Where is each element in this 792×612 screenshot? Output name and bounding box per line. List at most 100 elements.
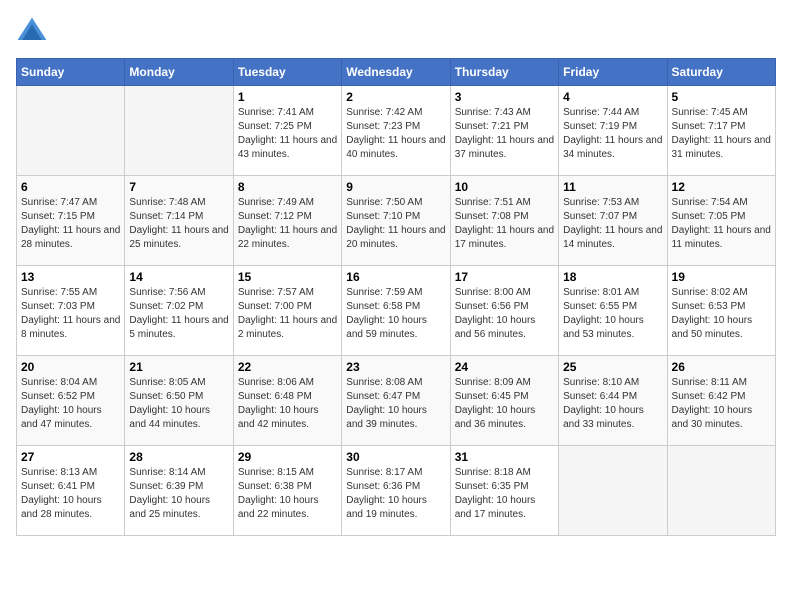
sunset-text: Sunset: 6:45 PM: [455, 391, 529, 402]
calendar-cell: 30 Sunrise: 8:17 AM Sunset: 6:36 PM Dayl…: [342, 446, 450, 536]
day-number: 2: [346, 90, 445, 104]
day-number: 23: [346, 360, 445, 374]
daylight-text: Daylight: 10 hours and 36 minutes.: [455, 405, 536, 430]
sunset-text: Sunset: 7:05 PM: [672, 211, 746, 222]
sunset-text: Sunset: 7:02 PM: [129, 301, 203, 312]
daylight-text: Daylight: 10 hours and 19 minutes.: [346, 495, 427, 520]
weekday-header: Sunday: [17, 59, 125, 86]
sunset-text: Sunset: 7:07 PM: [563, 211, 637, 222]
daylight-text: Daylight: 11 hours and 17 minutes.: [455, 225, 554, 250]
day-info: Sunrise: 7:59 AM Sunset: 6:58 PM Dayligh…: [346, 286, 445, 342]
day-info: Sunrise: 7:43 AM Sunset: 7:21 PM Dayligh…: [455, 106, 554, 162]
day-info: Sunrise: 7:55 AM Sunset: 7:03 PM Dayligh…: [21, 286, 120, 342]
daylight-text: Daylight: 11 hours and 40 minutes.: [346, 135, 445, 160]
daylight-text: Daylight: 10 hours and 28 minutes.: [21, 495, 102, 520]
daylight-text: Daylight: 11 hours and 43 minutes.: [238, 135, 337, 160]
calendar-cell: 7 Sunrise: 7:48 AM Sunset: 7:14 PM Dayli…: [125, 176, 233, 266]
sunset-text: Sunset: 7:08 PM: [455, 211, 529, 222]
day-number: 24: [455, 360, 554, 374]
sunrise-text: Sunrise: 7:43 AM: [455, 107, 531, 118]
calendar-cell: 17 Sunrise: 8:00 AM Sunset: 6:56 PM Dayl…: [450, 266, 558, 356]
calendar-cell: 9 Sunrise: 7:50 AM Sunset: 7:10 PM Dayli…: [342, 176, 450, 266]
day-number: 20: [21, 360, 120, 374]
calendar-week-row: 6 Sunrise: 7:47 AM Sunset: 7:15 PM Dayli…: [17, 176, 776, 266]
sunrise-text: Sunrise: 8:00 AM: [455, 287, 531, 298]
sunset-text: Sunset: 7:12 PM: [238, 211, 312, 222]
day-number: 12: [672, 180, 771, 194]
day-info: Sunrise: 7:51 AM Sunset: 7:08 PM Dayligh…: [455, 196, 554, 252]
day-info: Sunrise: 8:02 AM Sunset: 6:53 PM Dayligh…: [672, 286, 771, 342]
day-info: Sunrise: 7:57 AM Sunset: 7:00 PM Dayligh…: [238, 286, 337, 342]
sunrise-text: Sunrise: 7:42 AM: [346, 107, 422, 118]
sunrise-text: Sunrise: 7:48 AM: [129, 197, 205, 208]
sunrise-text: Sunrise: 8:11 AM: [672, 377, 747, 388]
sunset-text: Sunset: 6:41 PM: [21, 481, 95, 492]
daylight-text: Daylight: 10 hours and 47 minutes.: [21, 405, 102, 430]
day-number: 21: [129, 360, 228, 374]
daylight-text: Daylight: 11 hours and 2 minutes.: [238, 315, 337, 340]
sunset-text: Sunset: 6:36 PM: [346, 481, 420, 492]
calendar-cell: 8 Sunrise: 7:49 AM Sunset: 7:12 PM Dayli…: [233, 176, 341, 266]
page-header: [16, 16, 776, 48]
day-info: Sunrise: 8:04 AM Sunset: 6:52 PM Dayligh…: [21, 376, 120, 432]
calendar-week-row: 27 Sunrise: 8:13 AM Sunset: 6:41 PM Dayl…: [17, 446, 776, 536]
day-number: 30: [346, 450, 445, 464]
weekday-header: Monday: [125, 59, 233, 86]
sunset-text: Sunset: 7:19 PM: [563, 121, 637, 132]
daylight-text: Daylight: 10 hours and 59 minutes.: [346, 315, 427, 340]
calendar-week-row: 13 Sunrise: 7:55 AM Sunset: 7:03 PM Dayl…: [17, 266, 776, 356]
daylight-text: Daylight: 10 hours and 22 minutes.: [238, 495, 319, 520]
sunset-text: Sunset: 6:50 PM: [129, 391, 203, 402]
calendar-cell: 25 Sunrise: 8:10 AM Sunset: 6:44 PM Dayl…: [559, 356, 667, 446]
day-number: 22: [238, 360, 337, 374]
daylight-text: Daylight: 11 hours and 14 minutes.: [563, 225, 662, 250]
daylight-text: Daylight: 10 hours and 42 minutes.: [238, 405, 319, 430]
daylight-text: Daylight: 11 hours and 31 minutes.: [672, 135, 771, 160]
sunset-text: Sunset: 6:56 PM: [455, 301, 529, 312]
calendar-cell: [125, 86, 233, 176]
day-info: Sunrise: 8:01 AM Sunset: 6:55 PM Dayligh…: [563, 286, 662, 342]
calendar-cell: 21 Sunrise: 8:05 AM Sunset: 6:50 PM Dayl…: [125, 356, 233, 446]
day-info: Sunrise: 7:56 AM Sunset: 7:02 PM Dayligh…: [129, 286, 228, 342]
weekday-header: Wednesday: [342, 59, 450, 86]
day-number: 26: [672, 360, 771, 374]
day-number: 31: [455, 450, 554, 464]
day-info: Sunrise: 7:42 AM Sunset: 7:23 PM Dayligh…: [346, 106, 445, 162]
day-number: 17: [455, 270, 554, 284]
sunrise-text: Sunrise: 8:08 AM: [346, 377, 422, 388]
day-info: Sunrise: 8:14 AM Sunset: 6:39 PM Dayligh…: [129, 466, 228, 522]
day-number: 25: [563, 360, 662, 374]
sunrise-text: Sunrise: 7:41 AM: [238, 107, 314, 118]
day-number: 15: [238, 270, 337, 284]
calendar-cell: 14 Sunrise: 7:56 AM Sunset: 7:02 PM Dayl…: [125, 266, 233, 356]
day-info: Sunrise: 7:53 AM Sunset: 7:07 PM Dayligh…: [563, 196, 662, 252]
sunset-text: Sunset: 6:52 PM: [21, 391, 95, 402]
daylight-text: Daylight: 11 hours and 37 minutes.: [455, 135, 554, 160]
calendar-cell: 4 Sunrise: 7:44 AM Sunset: 7:19 PM Dayli…: [559, 86, 667, 176]
sunrise-text: Sunrise: 8:10 AM: [563, 377, 639, 388]
daylight-text: Daylight: 11 hours and 5 minutes.: [129, 315, 228, 340]
day-number: 27: [21, 450, 120, 464]
sunrise-text: Sunrise: 7:53 AM: [563, 197, 639, 208]
sunset-text: Sunset: 6:47 PM: [346, 391, 420, 402]
day-number: 6: [21, 180, 120, 194]
weekday-header: Saturday: [667, 59, 775, 86]
sunrise-text: Sunrise: 8:09 AM: [455, 377, 531, 388]
day-info: Sunrise: 8:05 AM Sunset: 6:50 PM Dayligh…: [129, 376, 228, 432]
day-number: 4: [563, 90, 662, 104]
day-number: 19: [672, 270, 771, 284]
sunset-text: Sunset: 7:17 PM: [672, 121, 746, 132]
calendar-cell: 6 Sunrise: 7:47 AM Sunset: 7:15 PM Dayli…: [17, 176, 125, 266]
sunset-text: Sunset: 7:14 PM: [129, 211, 203, 222]
day-number: 1: [238, 90, 337, 104]
sunset-text: Sunset: 7:10 PM: [346, 211, 420, 222]
sunset-text: Sunset: 7:15 PM: [21, 211, 95, 222]
calendar-cell: 13 Sunrise: 7:55 AM Sunset: 7:03 PM Dayl…: [17, 266, 125, 356]
daylight-text: Daylight: 10 hours and 53 minutes.: [563, 315, 644, 340]
sunset-text: Sunset: 6:44 PM: [563, 391, 637, 402]
daylight-text: Daylight: 11 hours and 11 minutes.: [672, 225, 771, 250]
calendar-cell: [559, 446, 667, 536]
daylight-text: Daylight: 11 hours and 28 minutes.: [21, 225, 120, 250]
calendar-cell: 27 Sunrise: 8:13 AM Sunset: 6:41 PM Dayl…: [17, 446, 125, 536]
day-number: 7: [129, 180, 228, 194]
